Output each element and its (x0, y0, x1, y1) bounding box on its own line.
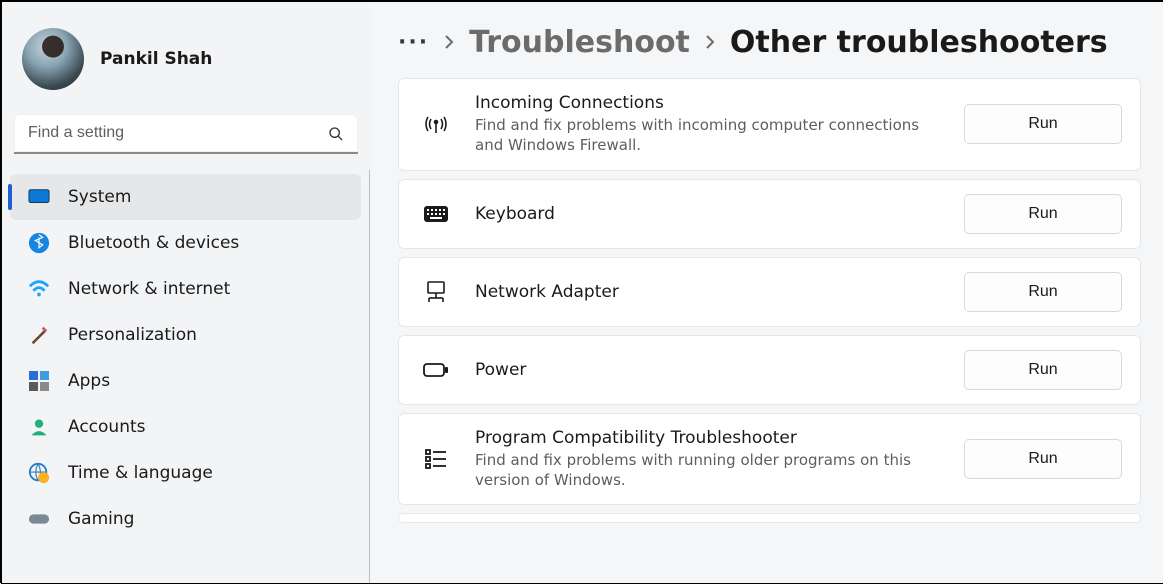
sidebar-item-label: Apps (68, 371, 110, 391)
run-button[interactable]: Run (964, 194, 1122, 234)
troubleshooter-desc: Find and fix problems with running older… (475, 450, 940, 491)
sidebar-item-network[interactable]: Network & internet (2, 266, 369, 312)
search-input[interactable] (14, 114, 358, 154)
troubleshooter-title: Power (475, 360, 940, 380)
paintbrush-icon (28, 324, 50, 346)
main: ··· Troubleshoot Other troubleshooters I… (370, 2, 1163, 583)
gamepad-icon (28, 508, 50, 530)
breadcrumb: ··· Troubleshoot Other troubleshooters (398, 12, 1141, 72)
sidebar-item-accounts[interactable]: Accounts (2, 404, 369, 450)
troubleshooter-power: Power Run (398, 335, 1141, 405)
troubleshooter-list: Incoming Connections Find and fix proble… (398, 78, 1141, 519)
sidebar: Pankil Shah System Bluetooth & devices N (2, 2, 370, 583)
troubleshooter-program-compatibility: Program Compatibility Troubleshooter Fin… (398, 413, 1141, 506)
run-button[interactable]: Run (964, 350, 1122, 390)
run-button[interactable]: Run (964, 439, 1122, 479)
person-icon (28, 416, 50, 438)
sidebar-item-label: Network & internet (68, 279, 230, 299)
search-icon (328, 126, 344, 142)
sidebar-item-personalization[interactable]: Personalization (2, 312, 369, 358)
sidebar-item-label: Gaming (68, 509, 134, 529)
wifi-icon (28, 278, 50, 300)
user-block[interactable]: Pankil Shah (2, 20, 370, 108)
keyboard-icon (421, 205, 451, 223)
troubleshooter-title: Program Compatibility Troubleshooter (475, 428, 940, 448)
troubleshooter-title: Keyboard (475, 204, 940, 224)
bluetooth-icon (28, 232, 50, 254)
sidebar-item-label: Accounts (68, 417, 146, 437)
troubleshooter-network-adapter: Network Adapter Run (398, 257, 1141, 327)
sidebar-item-label: Personalization (68, 325, 197, 345)
sidebar-item-system[interactable]: System (10, 174, 361, 220)
list-item (398, 513, 1141, 523)
antenna-icon (421, 113, 451, 135)
sidebar-item-gaming[interactable]: Gaming (2, 496, 369, 542)
avatar (22, 28, 84, 90)
breadcrumb-current: Other troubleshooters (730, 25, 1108, 60)
troubleshooter-keyboard: Keyboard Run (398, 179, 1141, 249)
troubleshooter-desc: Find and fix problems with incoming comp… (475, 115, 940, 156)
run-button[interactable]: Run (964, 104, 1122, 144)
battery-icon (421, 362, 451, 378)
chevron-right-icon (443, 35, 455, 49)
network-icon (421, 281, 451, 303)
troubleshooter-title: Incoming Connections (475, 93, 940, 113)
sidebar-item-bluetooth[interactable]: Bluetooth & devices (2, 220, 369, 266)
troubleshooter-title: Network Adapter (475, 282, 940, 302)
chevron-right-icon (704, 35, 716, 49)
troubleshooter-incoming-connections: Incoming Connections Find and fix proble… (398, 78, 1141, 171)
sidebar-item-label: Time & language (68, 463, 213, 483)
globe-clock-icon (28, 462, 50, 484)
run-button[interactable]: Run (964, 272, 1122, 312)
sidebar-item-label: Bluetooth & devices (68, 233, 239, 253)
breadcrumb-parent[interactable]: Troubleshoot (469, 25, 690, 60)
search-wrap (14, 114, 358, 154)
list-icon (421, 449, 451, 469)
monitor-icon (28, 186, 50, 208)
user-name: Pankil Shah (100, 49, 212, 69)
nav: System Bluetooth & devices Network & int… (2, 170, 370, 583)
sidebar-item-time[interactable]: Time & language (2, 450, 369, 496)
breadcrumb-overflow[interactable]: ··· (398, 30, 429, 55)
sidebar-item-label: System (68, 187, 131, 207)
apps-icon (28, 370, 50, 392)
sidebar-item-apps[interactable]: Apps (2, 358, 369, 404)
